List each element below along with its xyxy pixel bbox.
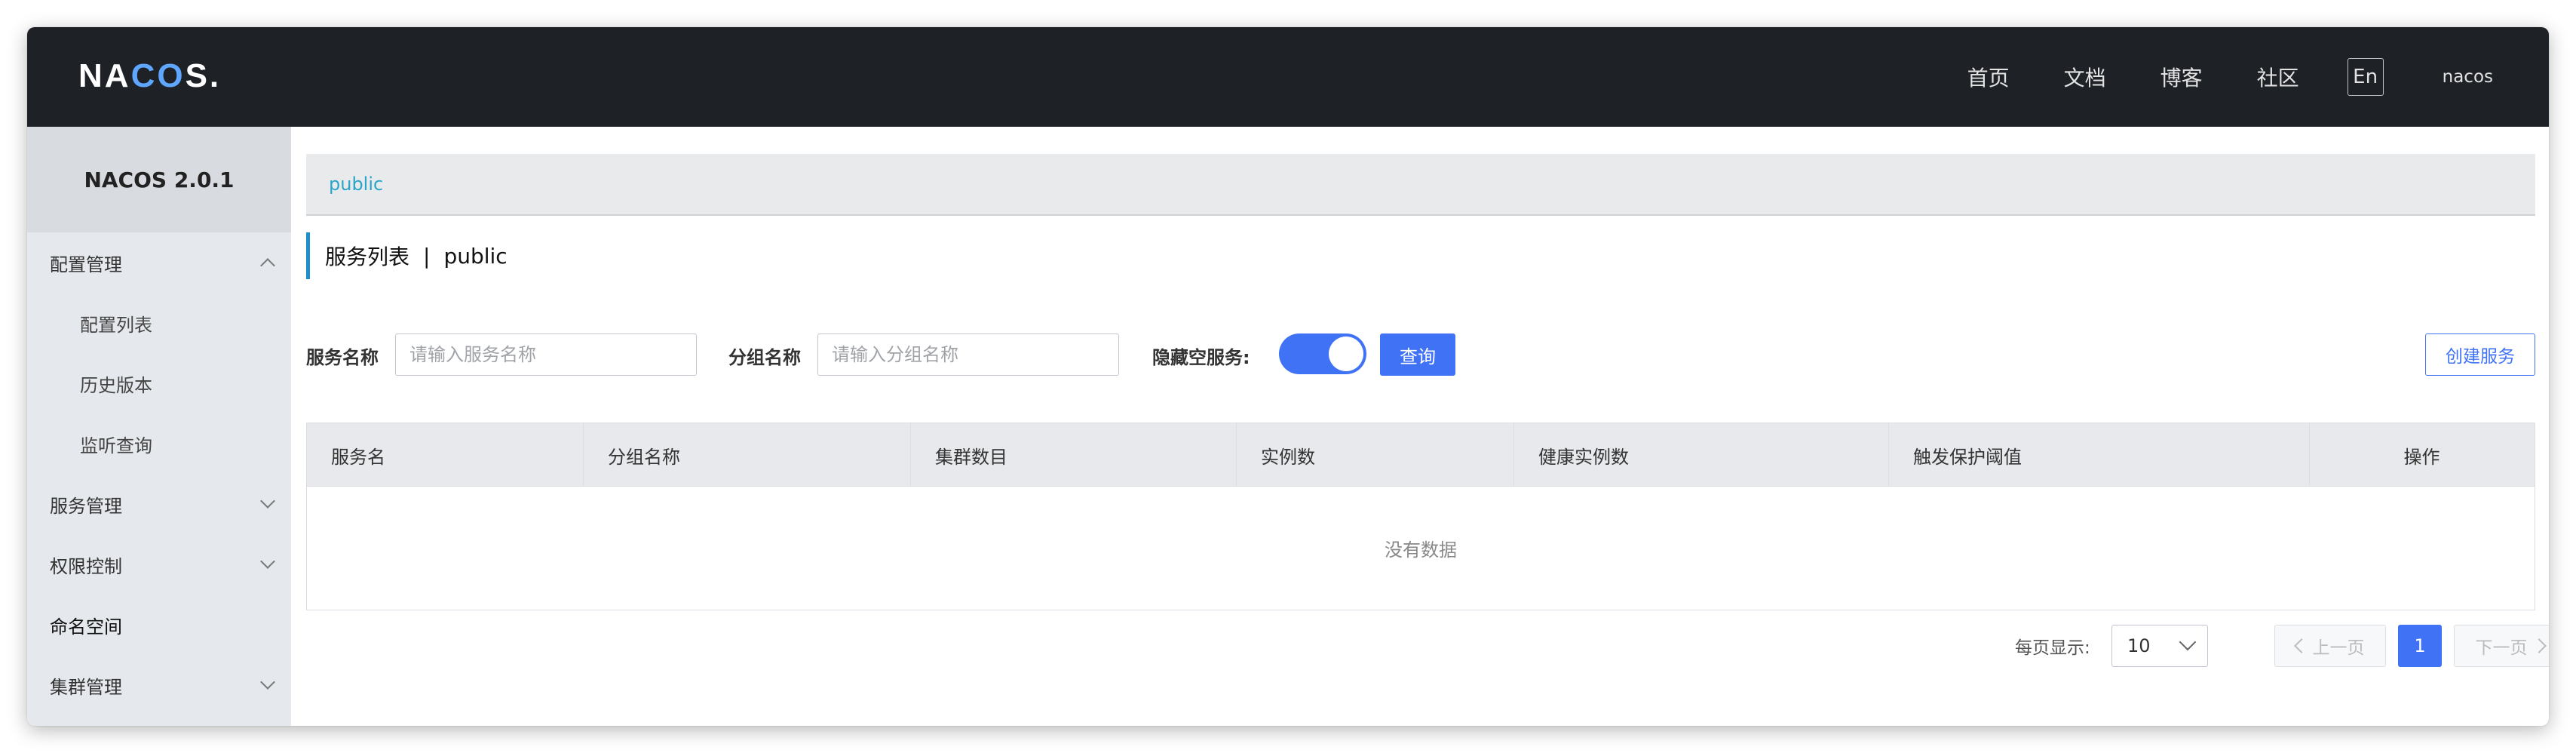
nav-blog[interactable]: 博客 [2160,62,2203,92]
top-nav: 首页 文档 博客 社区 En nacos [1967,27,2549,127]
empty-table-message: 没有数据 [1385,539,1457,561]
sidebar-item-label: 配置列表 [80,314,152,336]
toggle-knob [1329,337,1363,371]
sidebar-item-label: 历史版本 [80,374,152,396]
col-healthy-instances: 健康实例数 [1514,423,1889,487]
pagination: 每页显示: 10 上一页 1 下一页 [291,625,2549,670]
language-switch-button[interactable]: En [2347,58,2384,96]
create-service-button[interactable]: 创建服务 [2425,333,2535,376]
page-number-button[interactable]: 1 [2398,625,2442,667]
title-separator: | [423,243,431,269]
chevron-down-icon [2179,633,2197,651]
sidebar-item-service-management[interactable]: 服务管理 [27,474,291,534]
per-page-label: 每页显示: [2015,638,2090,658]
prev-page-label: 上一页 [2312,638,2365,658]
top-header: NA CO S. 首页 文档 博客 社区 En nacos [27,27,2549,127]
next-page-button[interactable]: 下一页 [2454,625,2549,667]
sidebar-item-listener-query[interactable]: 监听查询 [27,413,291,474]
group-name-input[interactable] [817,333,1119,376]
page-title: 服务列表 | public [306,232,508,279]
page-size-value: 10 [2127,635,2151,656]
chevron-right-icon [2531,638,2547,653]
main-content: public 服务列表 | public 服务名称 分组名称 隐藏空服务: 查询… [291,127,2549,726]
service-name-input[interactable] [395,333,697,376]
filter-bar: 服务名称 分组名称 隐藏空服务: 查询 创建服务 [306,332,2535,379]
chevron-down-icon [260,493,275,509]
col-service-name: 服务名 [307,423,584,487]
sidebar-item-label: 集群管理 [50,676,122,698]
hide-empty-label: 隐藏空服务: [1152,346,1250,368]
prev-page-button[interactable]: 上一页 [2274,625,2386,667]
nav-home[interactable]: 首页 [1967,62,2010,92]
page-size-select[interactable]: 10 [2111,625,2208,667]
user-menu[interactable]: nacos [2443,67,2493,87]
hide-empty-toggle[interactable] [1279,333,1366,374]
sidebar-item-label: 权限控制 [50,555,122,577]
sidebar-item-config-management[interactable]: 配置管理 [27,232,291,293]
namespace-link-public[interactable]: public [329,174,383,195]
sidebar-item-label: 监听查询 [80,435,152,456]
next-page-label: 下一页 [2475,638,2528,658]
sidebar-item-access-control[interactable]: 权限控制 [27,534,291,595]
col-cluster-count: 集群数目 [911,423,1237,487]
page-title-namespace: public [443,243,508,269]
chevron-left-icon [2293,638,2309,653]
sidebar-item-namespace[interactable]: 命名空间 [27,595,291,655]
sidebar-item-label: 服务管理 [50,495,122,517]
chevron-up-icon [260,258,275,273]
nav-community[interactable]: 社区 [2257,62,2299,92]
namespace-bar: public [306,154,2535,216]
page-title-text: 服务列表 [325,244,410,269]
col-group-name: 分组名称 [584,423,911,487]
sidebar-item-cluster-management[interactable]: 集群管理 [27,655,291,715]
service-table: 服务名 分组名称 集群数目 实例数 健康实例数 触发保护阈值 操作 没有数据 [306,423,2535,610]
app-window: NA CO S. 首页 文档 博客 社区 En nacos NACOS 2.0.1 … [27,27,2549,726]
sidebar-version-title: NACOS 2.0.1 [27,127,291,232]
table-header: 服务名 分组名称 集群数目 实例数 健康实例数 触发保护阈值 操作 [307,423,2535,487]
query-button[interactable]: 查询 [1380,333,1455,376]
sidebar-item-config-list[interactable]: 配置列表 [27,293,291,353]
service-name-label: 服务名称 [306,346,379,368]
chevron-down-icon [260,675,275,690]
nacos-logo[interactable]: NA CO S. [78,57,221,95]
col-operations: 操作 [2403,446,2440,468]
col-protect-threshold: 触发保护阈值 [1889,423,2310,487]
nav-docs[interactable]: 文档 [2064,62,2106,92]
col-instance-count: 实例数 [1237,423,1514,487]
sidebar-item-history[interactable]: 历史版本 [27,353,291,413]
group-name-label: 分组名称 [728,346,801,368]
sidebar: NACOS 2.0.1 配置管理 配置列表 历史版本 监听查询 服务管理 权限控… [27,127,291,726]
sidebar-item-label: 命名空间 [50,616,122,638]
chevron-down-icon [260,554,275,569]
sidebar-item-label: 配置管理 [50,254,122,275]
